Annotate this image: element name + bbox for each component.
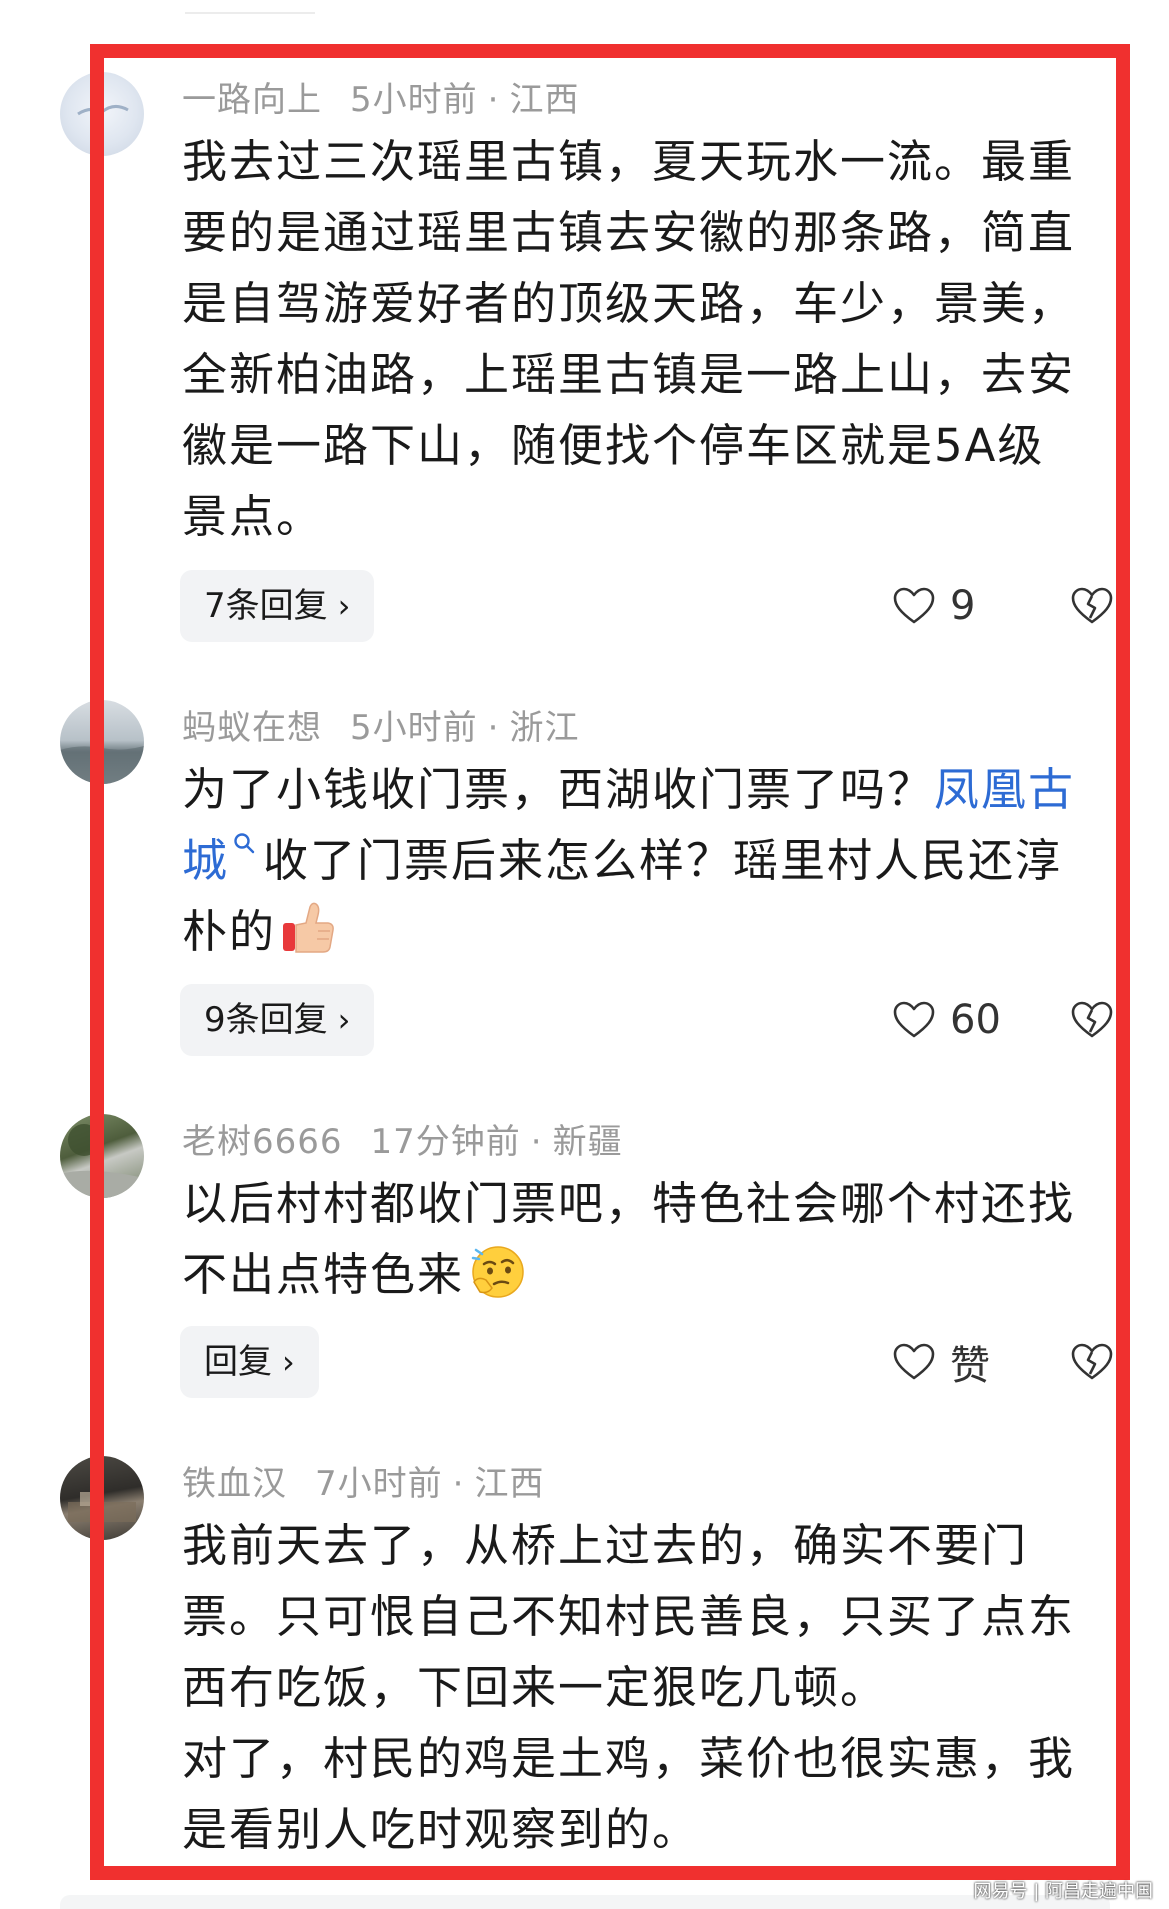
chevron-right-icon: › — [282, 1343, 295, 1381]
comment-text-line: 景点。 — [182, 490, 324, 543]
meta-separator: · — [452, 1464, 465, 1504]
comment-text-line: 徽是一路下山，随便找个停车区就是5A级 — [182, 419, 1045, 472]
comment-meta: 蚂蚁在想 5小时前 · 浙江 — [182, 700, 579, 749]
like-count: 60 — [950, 997, 1001, 1043]
avatar-image — [60, 1124, 144, 1198]
comment-meta: 铁血汉 7小时前 · 江西 — [182, 1456, 544, 1505]
comment-time: 5小时前 — [350, 80, 478, 120]
comment-text-line: 为了小钱收门票，西湖收门票了吗？凤凰古 — [182, 754, 1112, 825]
like-button[interactable]: 赞 — [892, 1332, 990, 1392]
topic-link[interactable]: 城 — [182, 834, 229, 887]
reply-count-label: 9条回复 — [204, 1000, 328, 1040]
comment-text: 我去过三次瑶里古镇，夏天玩水一流。最重 要的是通过瑶里古镇去安徽的那条路，简直 … — [182, 126, 1112, 552]
like-label: 赞 — [950, 1343, 990, 1389]
comment-text: 以后村村都收门票吧，特色社会哪个村还找 不出点特色来 — [182, 1168, 1112, 1310]
broken-heart-icon[interactable] — [1070, 586, 1114, 626]
next-item-card-edge — [60, 1895, 1110, 1909]
avatar[interactable] — [60, 1114, 144, 1198]
comment-location: 新疆 — [552, 1122, 623, 1162]
avatar[interactable] — [60, 1456, 144, 1540]
comment-text-line: 城收了门票后来怎么样？瑶里村人民还淳 — [182, 825, 1112, 896]
comment-text-segment: 朴的 — [182, 905, 277, 958]
broken-heart-icon[interactable] — [1070, 1000, 1114, 1040]
avatar-image — [60, 746, 144, 784]
comment-location: 江西 — [474, 1464, 545, 1504]
avatar[interactable] — [60, 72, 144, 156]
comment-meta: 老树6666 17分钟前 · 新疆 — [182, 1114, 623, 1163]
comment-text-line: 票。只可恨自己不知村民善良，只买了点东 — [182, 1590, 1076, 1643]
comment-text: 我前天去了，从桥上过去的，确实不要门 票。只可恨自己不知村民善良，只买了点东 西… — [182, 1510, 1112, 1865]
chevron-right-icon: › — [337, 1001, 351, 1039]
comment-text-segment: 为了小钱收门票，西湖收门票了吗？ — [182, 763, 935, 816]
topic-link[interactable]: 凤凰古 — [934, 763, 1075, 816]
meta-separator: · — [487, 80, 500, 120]
comment-meta: 一路向上 5小时前 · 江西 — [182, 72, 579, 121]
reply-count-label: 7条回复 — [204, 586, 328, 626]
comment-text-line: 我去过三次瑶里古镇，夏天玩水一流。最重 — [182, 135, 1076, 188]
comment-text-line: 是看别人吃时观察到的。 — [182, 1803, 700, 1856]
like-button[interactable]: 60 — [892, 990, 1001, 1050]
chevron-right-icon: › — [337, 587, 351, 625]
username[interactable]: 蚂蚁在想 — [182, 708, 322, 748]
comment-time: 5小时前 — [350, 708, 478, 748]
comment-text-line: 朴的 — [182, 896, 1112, 967]
avatar[interactable] — [60, 700, 144, 784]
thinking-face-icon — [471, 1246, 524, 1298]
watermark: 网易号 | 阿昌走遍中国 — [973, 1881, 1153, 1902]
comment-text-segment: 收了门票后来怎么样？瑶里村人民还淳 — [263, 834, 1063, 887]
like-button[interactable]: 9 — [892, 576, 975, 636]
username[interactable]: 老树6666 — [182, 1122, 343, 1162]
search-icon[interactable] — [233, 832, 255, 854]
meta-separator: · — [530, 1122, 543, 1162]
heart-outline-icon — [893, 1343, 935, 1380]
comment-text-line: 西冇吃饭，下回来一定狠吃几顿。 — [182, 1661, 888, 1714]
heart-outline-icon — [893, 1001, 935, 1038]
comment-location: 浙江 — [509, 708, 580, 748]
comment-text-line: 要的是通过瑶里古镇去安徽的那条路，简直 — [182, 206, 1076, 259]
comment-time: 17分钟前 — [370, 1122, 521, 1162]
meta-separator: · — [487, 708, 500, 748]
username[interactable]: 一路向上 — [182, 80, 322, 120]
thumbs-up-icon — [283, 902, 334, 953]
username[interactable]: 铁血汉 — [182, 1464, 287, 1504]
comment-text-line: 对了，村民的鸡是土鸡，菜价也很实惠，我 — [182, 1732, 1076, 1785]
like-count: 9 — [950, 583, 976, 629]
reply-label: 回复 — [204, 1342, 272, 1382]
avatar-image — [77, 105, 129, 125]
comment-text-line: 全新柏油路，上瑶里古镇是一路上山，去安 — [182, 348, 1076, 401]
comment-text-line: 不出点特色来 — [182, 1239, 1112, 1310]
broken-heart-icon[interactable] — [1070, 1342, 1114, 1382]
comment-text: 为了小钱收门票，西湖收门票了吗？凤凰古 城收了门票后来怎么样？瑶里村人民还淳 朴… — [182, 754, 1112, 967]
previous-item-divider — [185, 0, 315, 14]
comment-time: 7小时前 — [315, 1464, 443, 1504]
reply-button[interactable]: 回复 › — [180, 1326, 319, 1398]
view-replies-button[interactable]: 9条回复 › — [180, 984, 375, 1056]
view-replies-button[interactable]: 7条回复 › — [180, 570, 375, 642]
comment-location: 江西 — [509, 80, 580, 120]
comment-text-line: 以后村村都收门票吧，特色社会哪个村还找 — [182, 1177, 1076, 1230]
comment-text-line: 我前天去了，从桥上过去的，确实不要门 — [182, 1519, 1029, 1572]
heart-outline-icon — [893, 587, 935, 624]
comment-text-line: 是自驾游爱好者的顶级天路，车少，景美， — [182, 277, 1076, 330]
comment-text-segment: 不出点特色来 — [182, 1248, 465, 1301]
avatar-image — [68, 1492, 136, 1522]
